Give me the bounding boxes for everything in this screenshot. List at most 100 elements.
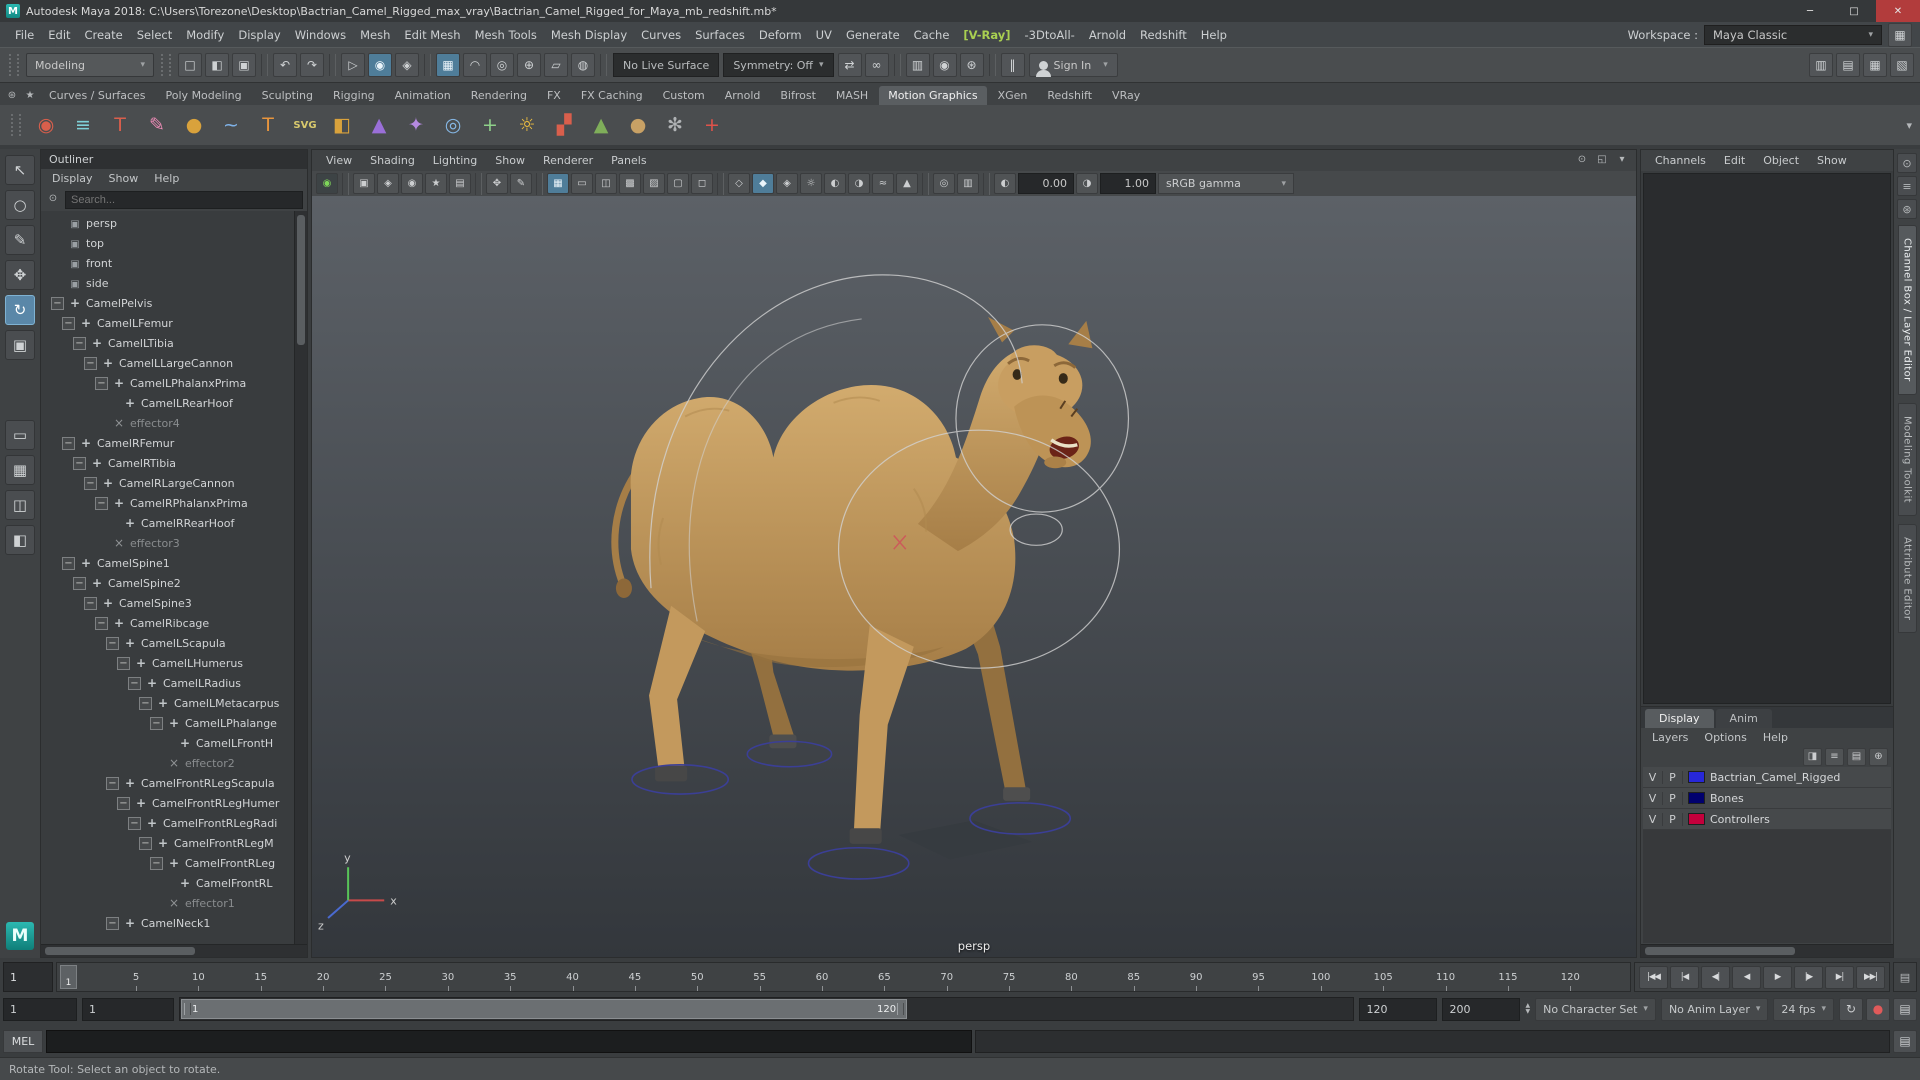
svg-tool-icon[interactable]: SVG — [290, 110, 320, 140]
expand-toggle[interactable] — [51, 257, 64, 270]
outliner-tree-item[interactable]: − CamelSpine3 — [41, 593, 294, 613]
layer-editor-tab[interactable]: Anim — [1715, 709, 1772, 728]
step-forward-frame-button[interactable]: ▶| — [1825, 965, 1854, 989]
outliner-tree-item[interactable]: − CamelLPhalange — [41, 713, 294, 733]
expand-toggle[interactable]: − — [84, 596, 97, 610]
shadows-icon[interactable]: ◐ — [824, 173, 846, 194]
expand-toggle[interactable]: − — [117, 656, 130, 670]
command-language-toggle[interactable]: MEL — [3, 1029, 43, 1053]
outliner-tree-item[interactable]: − CamelSpine2 — [41, 573, 294, 593]
input-connections-icon[interactable]: ⇄ — [837, 53, 862, 77]
step-forward-key-button[interactable]: |▶ — [1794, 965, 1823, 989]
gamma-field[interactable]: 1.00 — [1100, 173, 1156, 194]
expand-toggle[interactable]: − — [62, 316, 75, 330]
strip-list-icon[interactable]: ≡ — [1897, 176, 1917, 196]
menu-item[interactable]: -3DtoAll- — [1018, 25, 1082, 45]
image-plane-icon[interactable]: ▤ — [449, 173, 471, 194]
menu-item[interactable]: Display — [231, 25, 287, 45]
layer-visibility-toggle[interactable]: V — [1643, 812, 1663, 826]
select-object-icon[interactable]: ◉ — [368, 53, 392, 77]
shelf-tab[interactable]: Rendering — [462, 86, 536, 105]
grease-pencil-icon[interactable]: ✎ — [510, 173, 532, 194]
outliner-tree-item[interactable]: effector4 — [41, 413, 294, 433]
expand-toggle[interactable]: − — [95, 616, 108, 630]
create-empty-layer-icon[interactable]: ▤ — [1847, 747, 1866, 766]
snap-to-point-icon[interactable]: ◎ — [490, 53, 514, 77]
undo-icon[interactable]: ↶ — [273, 53, 297, 77]
menu-item[interactable]: Generate — [839, 25, 907, 45]
outliner-title[interactable]: Outliner — [41, 150, 307, 169]
outliner-tree-item[interactable]: side — [41, 273, 294, 293]
menu-item[interactable]: UV — [809, 25, 839, 45]
outliner-tree-item[interactable]: effector3 — [41, 533, 294, 553]
move-tool[interactable]: ✥ — [5, 260, 35, 290]
outliner-tree-item[interactable]: − CamelRLargeCannon — [41, 473, 294, 493]
layer-visibility-toggle[interactable]: V — [1643, 791, 1663, 805]
layer-mode-icon[interactable]: ◨ — [1803, 747, 1822, 766]
smooth-shade-icon[interactable]: ◆ — [752, 173, 774, 194]
sidebar-attribute-editor-toggle-icon[interactable]: ▤ — [1836, 53, 1860, 77]
snap-to-projected-center-icon[interactable]: ⊕ — [517, 53, 541, 77]
layout-two-pane[interactable]: ◫ — [5, 490, 35, 520]
step-back-key-button[interactable]: ◀| — [1701, 965, 1730, 989]
playback-loop-icon[interactable]: ↻ — [1839, 997, 1863, 1021]
outliner-tree-item[interactable]: − CamelLHumerus — [41, 653, 294, 673]
outliner-horizontal-scrollbar[interactable] — [41, 944, 307, 957]
camera-attributes-icon[interactable]: ◉ — [401, 173, 423, 194]
channel-box-menu-item[interactable]: Edit — [1716, 152, 1753, 169]
exposure-icon[interactable]: ◐ — [994, 173, 1016, 194]
new-scene-icon[interactable]: □ — [178, 53, 202, 77]
layer-editor-tab[interactable]: Display — [1645, 709, 1714, 728]
auto-key-icon[interactable]: ● — [1866, 997, 1890, 1021]
select-camera-icon[interactable]: ▣ — [353, 173, 375, 194]
animation-preferences-icon[interactable]: ▤ — [1893, 997, 1917, 1021]
outliner-tree-item[interactable]: − CamelLFemur — [41, 313, 294, 333]
save-scene-icon[interactable]: ▣ — [232, 53, 256, 77]
outliner-tree-item[interactable]: − CamelLRadius — [41, 673, 294, 693]
shelf-tab[interactable]: Motion Graphics — [879, 86, 987, 105]
expand-toggle[interactable] — [106, 517, 119, 530]
filter-icon[interactable]: ⊙ — [45, 191, 61, 207]
outliner-tree-item[interactable]: CamelFrontRL — [41, 873, 294, 893]
animation-end-field[interactable] — [1442, 997, 1521, 1021]
viewport-menu-item[interactable]: Show — [487, 152, 533, 169]
open-scene-icon[interactable]: ◧ — [205, 53, 229, 77]
shelf-tab[interactable]: VRay — [1103, 86, 1149, 105]
panel-menu-icon[interactable]: ▾ — [1614, 152, 1630, 168]
outliner-tree-item[interactable]: top — [41, 233, 294, 253]
outliner-tree-item[interactable]: CamelRRearHoof — [41, 513, 294, 533]
nparticle-icon[interactable]: ✦ — [401, 110, 431, 140]
character-set-selector[interactable]: No Character Set — [1535, 997, 1656, 1021]
strip-pin-icon[interactable]: ⊙ — [1897, 153, 1917, 173]
viewport-menu-item[interactable]: Panels — [603, 152, 654, 169]
shelf-tab[interactable]: Sculpting — [253, 86, 322, 105]
expand-toggle[interactable] — [51, 237, 64, 250]
crowd-sim-icon[interactable]: ▞ — [549, 110, 579, 140]
menu-item[interactable]: Cache — [907, 25, 957, 45]
expand-toggle[interactable] — [150, 897, 163, 910]
two-d-pan-zoom-icon[interactable]: ✥ — [486, 173, 508, 194]
shelf-tab[interactable]: FX — [538, 86, 570, 105]
channel-box-empty-area[interactable] — [1643, 173, 1891, 704]
expand-toggle[interactable] — [95, 417, 108, 430]
sidebar-channel-box-toggle-icon[interactable]: ▥ — [1809, 53, 1833, 77]
outliner-tree-item[interactable]: effector1 — [41, 893, 294, 913]
menu-item[interactable]: Help — [1194, 25, 1234, 45]
menu-item[interactable]: Windows — [288, 25, 353, 45]
symmetry-selector[interactable]: Symmetry: Off — [723, 53, 834, 77]
pause-viewport-icon[interactable]: ‖ — [1000, 53, 1025, 77]
menu-item[interactable]: Mesh — [353, 25, 397, 45]
sun-light-icon[interactable]: ☼ — [512, 110, 542, 140]
select-component-icon[interactable]: ◈ — [395, 53, 419, 77]
expand-toggle[interactable]: − — [95, 496, 108, 510]
layer-name[interactable]: Controllers — [1710, 813, 1770, 826]
sign-in-button[interactable]: Sign In — [1028, 53, 1118, 77]
ipr-render-icon[interactable]: ◉ — [932, 53, 957, 77]
menu-item[interactable]: File — [8, 25, 41, 45]
motion-blur-icon[interactable]: ≈ — [872, 173, 894, 194]
arrow-field-icon[interactable]: ▲ — [586, 110, 616, 140]
ssao-icon[interactable]: ◑ — [848, 173, 870, 194]
layer-name[interactable]: Bones — [1710, 792, 1744, 805]
channel-box-menu-item[interactable]: Object — [1755, 152, 1807, 169]
shelf-tab[interactable]: XGen — [989, 86, 1037, 105]
